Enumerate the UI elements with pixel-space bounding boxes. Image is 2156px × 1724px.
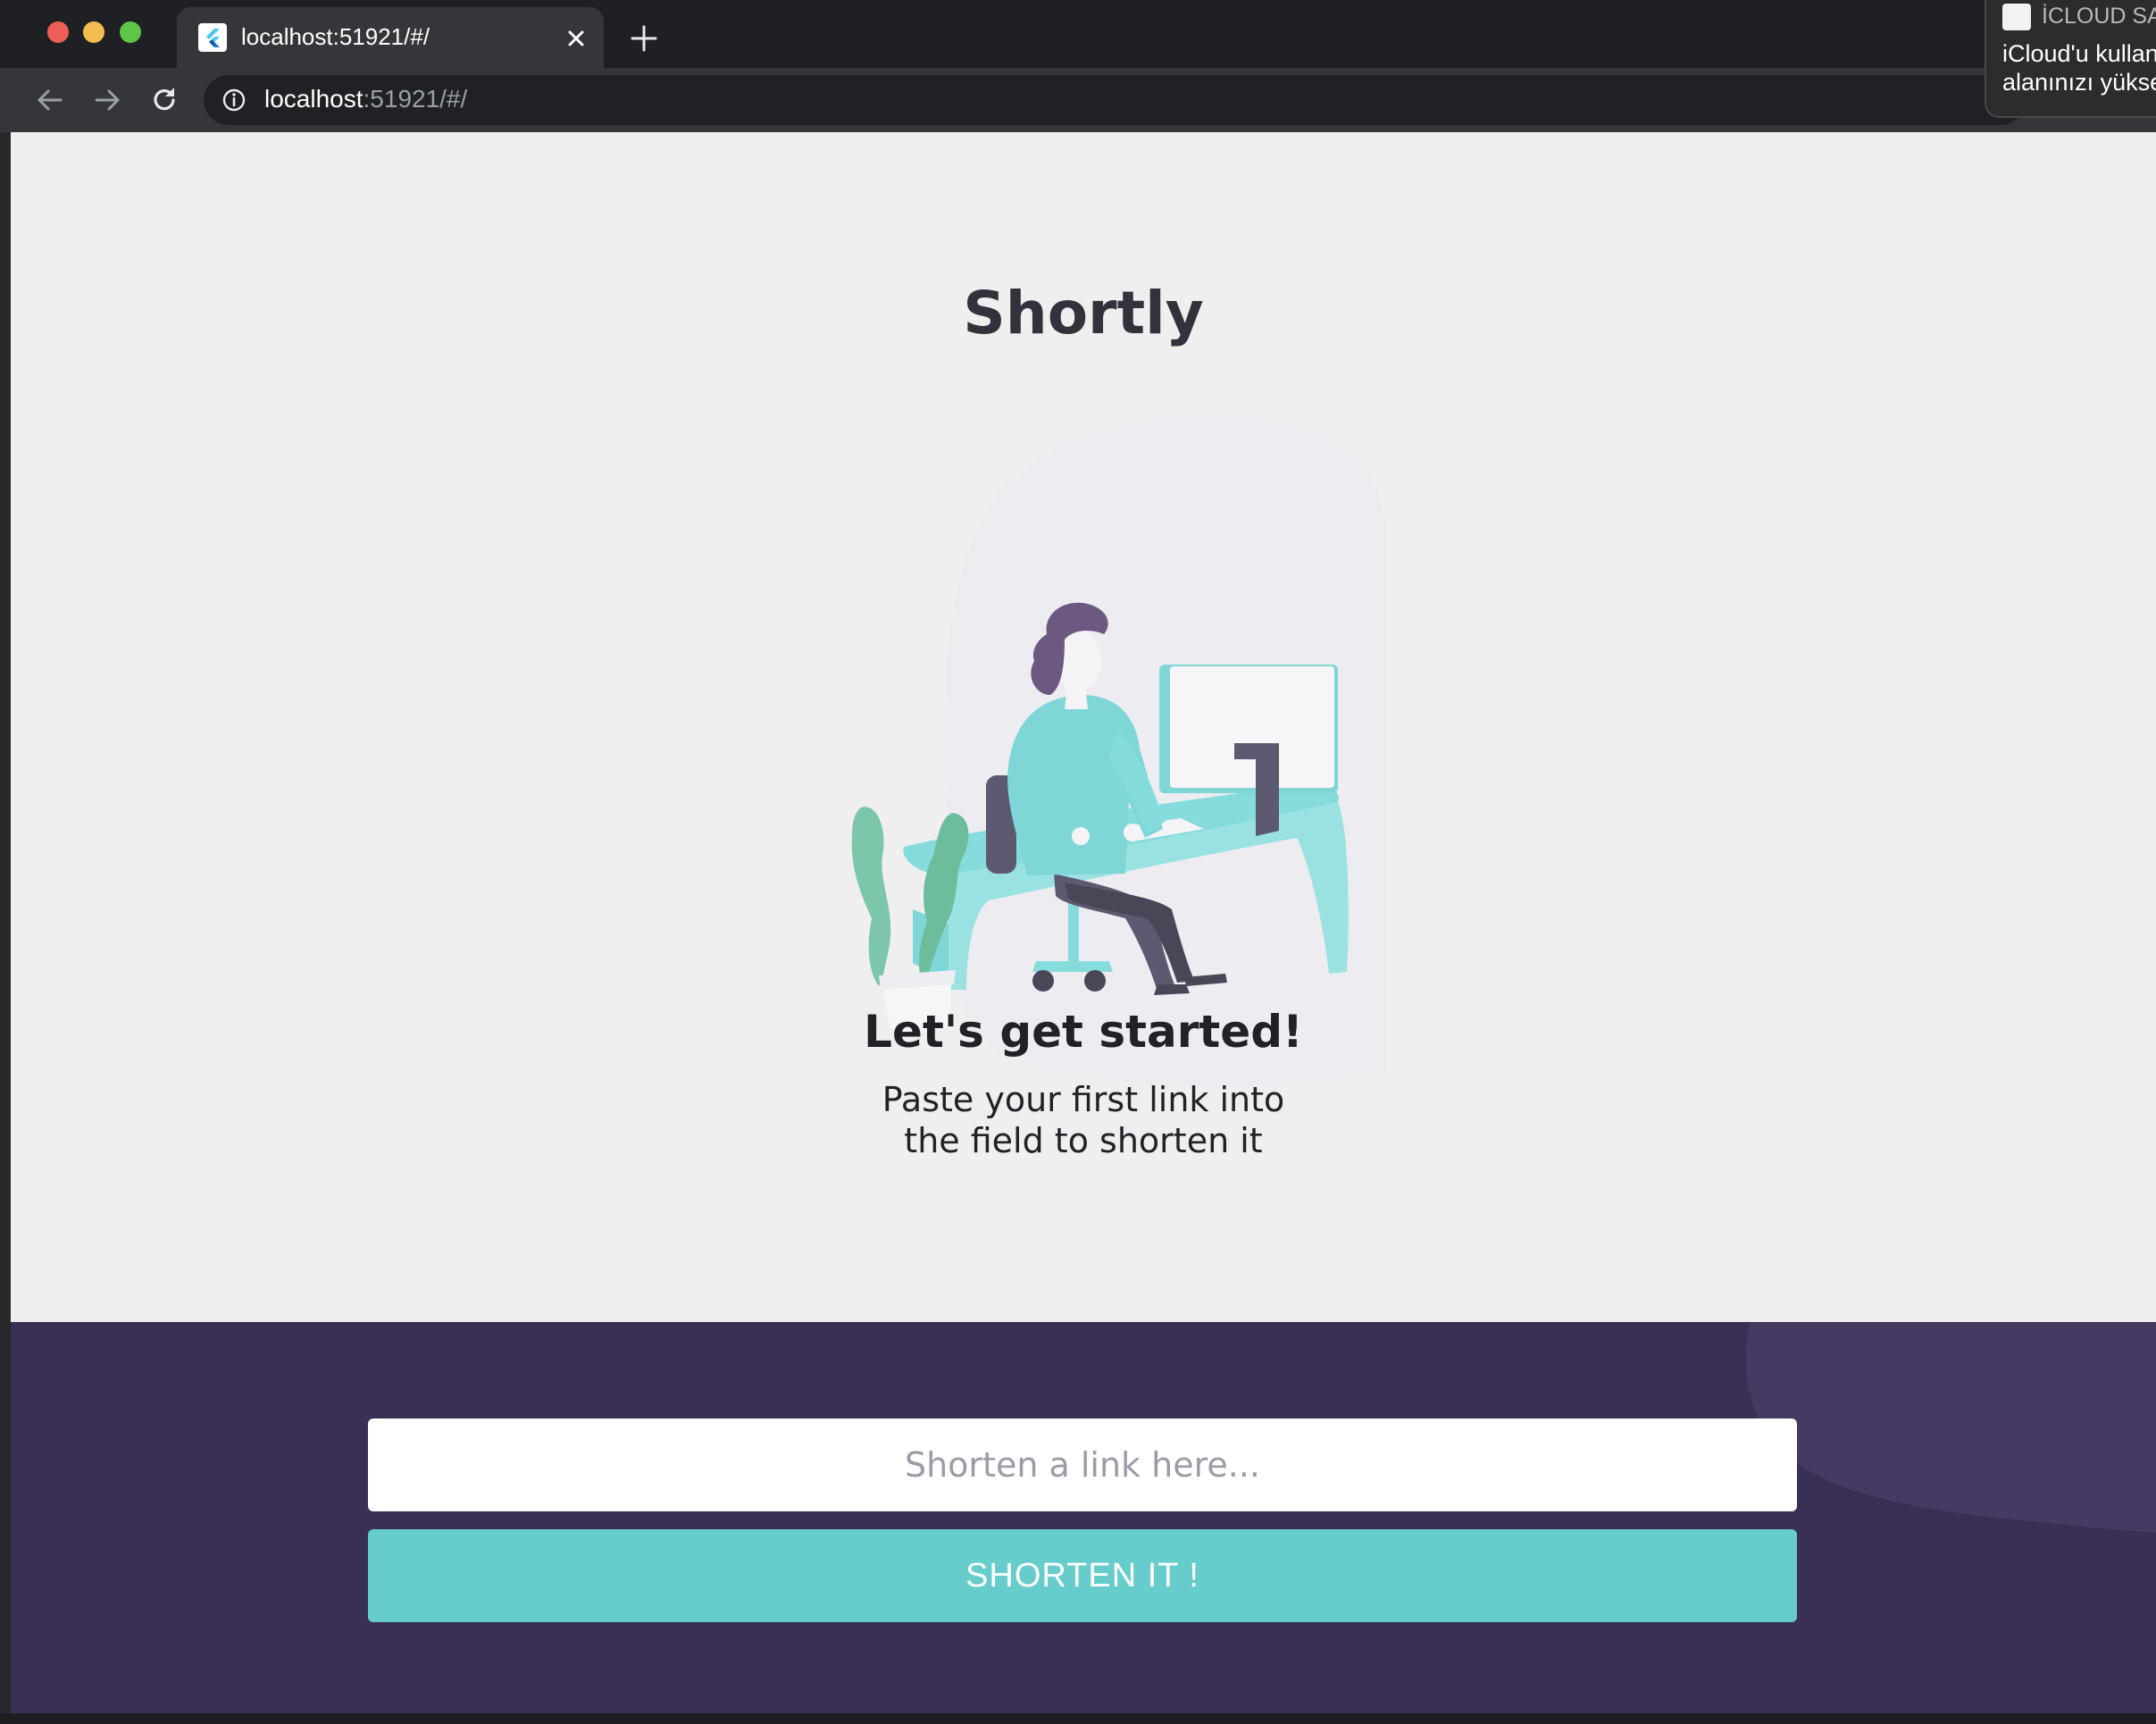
arrow-left-icon[interactable] [34,84,66,116]
url-host: localhost [264,85,364,113]
page-title: Shortly [963,279,1204,347]
close-window-button[interactable] [47,21,69,43]
desktop-bottom-strip [0,1713,2156,1724]
shorten-button[interactable]: SHORTEN IT ! [368,1529,1797,1622]
system-notification[interactable]: İCLOUD SA iCloud'u kullan alanınızı yüks… [1985,0,2156,118]
decorative-shape [1745,1322,2156,1533]
shorten-panel: SHORTEN IT ! [11,1322,2156,1713]
description-line-2: the field to shorten it [904,1121,1263,1160]
notification-line-1: iCloud'u kullan [2002,40,2156,67]
address-bar[interactable]: localhost:51921/#/ [204,75,2026,125]
plus-icon[interactable] [629,23,659,54]
flutter-icon [198,23,227,52]
web-page: Shortly Let's get started! Paste your fi… [11,132,2156,1713]
zoom-window-button[interactable] [120,21,141,43]
info-icon[interactable] [221,88,247,113]
reload-icon[interactable] [148,84,180,116]
icloud-app-icon [2002,4,2031,30]
tab-title: localhost:51921/#/ [241,23,430,50]
browser-tab-bar: localhost:51921/#/ [0,0,2156,68]
url-text: localhost:51921/#/ [264,85,467,113]
notification-body: iCloud'u kullan alanınızı yükse [2002,39,2156,96]
browser-tab[interactable]: localhost:51921/#/ [177,7,604,68]
screen: localhost:51921/#/ localhost:51921/#/ İC… [0,0,2156,1724]
link-input[interactable] [368,1419,1797,1511]
close-icon[interactable] [563,25,589,52]
working-person-illustration [851,412,1386,1087]
desktop-edge [0,132,11,1724]
url-path: :51921/#/ [363,85,468,113]
description-line-1: Paste your first link into [882,1080,1285,1119]
notification-app-name: İCLOUD SA [2042,4,2156,29]
browser-toolbar: localhost:51921/#/ [0,68,2156,132]
empty-state-headline: Let's get started! [864,1006,1303,1058]
empty-state-description: Paste your first link into the field to … [11,1079,2156,1161]
notification-line-2: alanınızı yükse [2002,69,2156,96]
minimize-window-button[interactable] [83,21,104,43]
arrow-right-icon[interactable] [91,84,123,116]
